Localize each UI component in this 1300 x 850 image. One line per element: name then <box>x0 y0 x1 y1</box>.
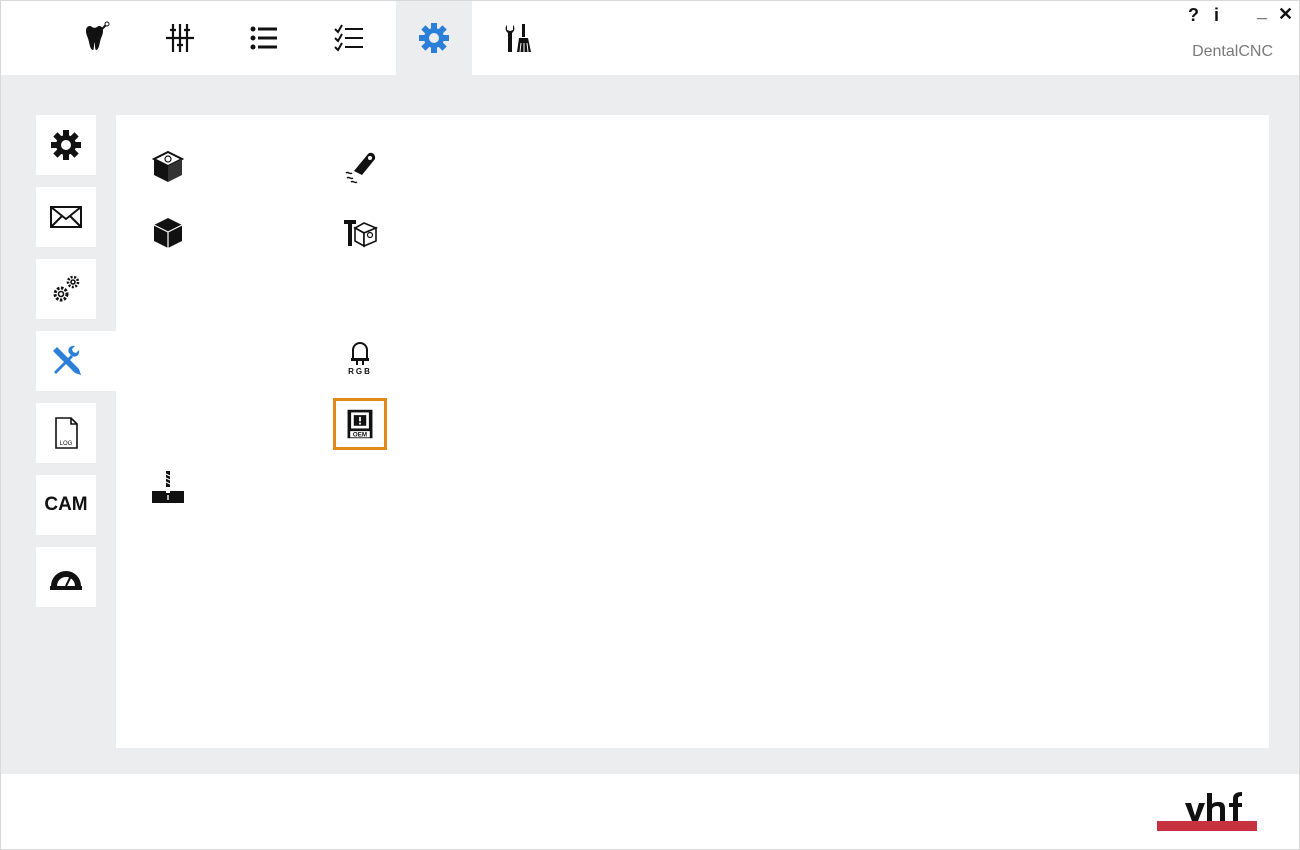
tab-settings[interactable] <box>396 1 472 75</box>
sliders-icon <box>166 24 194 52</box>
help-button[interactable]: ? <box>1188 5 1199 26</box>
cube-settings-icon <box>151 150 185 182</box>
tool-spindle[interactable] <box>148 467 188 507</box>
spindle-tool-icon <box>152 471 184 503</box>
envelope-icon <box>50 206 82 228</box>
tool-air-blower[interactable] <box>340 147 380 187</box>
tool-cube-settings[interactable] <box>148 147 188 187</box>
tab-list[interactable] <box>226 1 302 75</box>
footer-bar <box>1 774 1299 849</box>
log-label: LOG <box>60 441 73 447</box>
tool-rgb-led[interactable]: RGB <box>340 337 380 377</box>
cam-label: CAM <box>44 494 88 515</box>
tools-cleaning-icon <box>505 24 531 53</box>
minimize-button[interactable]: _ <box>1257 1 1267 22</box>
gear-icon <box>419 23 449 53</box>
tooth-tool-icon <box>86 21 110 50</box>
tool-cube[interactable] <box>148 213 188 253</box>
air-blower-icon <box>345 152 376 184</box>
vhf-logo <box>1157 792 1257 831</box>
sidebar-item-calibration[interactable] <box>36 547 96 607</box>
oem-icon: OEM <box>347 409 373 438</box>
tab-tooth-tool[interactable] <box>57 1 133 75</box>
sidebar-item-messages[interactable] <box>36 187 96 247</box>
rgb-label: RGB <box>348 367 372 375</box>
top-toolbar: ? i _ ✕ DentalCNC <box>1 1 1299 75</box>
tab-checklist[interactable] <box>311 1 387 75</box>
info-button[interactable]: i <box>1214 5 1219 26</box>
log-file-icon: LOG <box>55 417 78 449</box>
sidebar-item-machine[interactable] <box>36 259 96 319</box>
tool-box[interactable] <box>340 213 380 253</box>
list-icon <box>250 26 277 50</box>
app-title: DentalCNC <box>1192 43 1273 60</box>
content-panel: RGB OEM <box>116 115 1269 748</box>
protractor-icon <box>50 571 82 590</box>
tool-oem[interactable]: OEM <box>333 398 387 450</box>
sidebar-item-cam[interactable]: CAM <box>36 475 96 535</box>
cube-icon <box>153 218 183 248</box>
checklist-icon <box>334 24 363 52</box>
sidebar-item-settings[interactable] <box>36 115 96 175</box>
main-area: LOG CAM RGB OEM <box>1 75 1299 774</box>
sidebar-item-log[interactable]: LOG <box>36 403 96 463</box>
gear-icon <box>51 130 81 160</box>
close-button[interactable]: ✕ <box>1278 4 1293 25</box>
box-tool-icon <box>344 220 378 248</box>
tab-maintenance[interactable] <box>481 1 557 75</box>
wrench-screwdriver-icon <box>53 345 81 375</box>
oem-label: OEM <box>353 431 367 438</box>
rgb-led-icon: RGB <box>348 342 372 375</box>
gears-icon <box>53 275 80 302</box>
tab-sliders[interactable] <box>142 1 218 75</box>
sidebar-item-tools[interactable] <box>36 331 116 391</box>
